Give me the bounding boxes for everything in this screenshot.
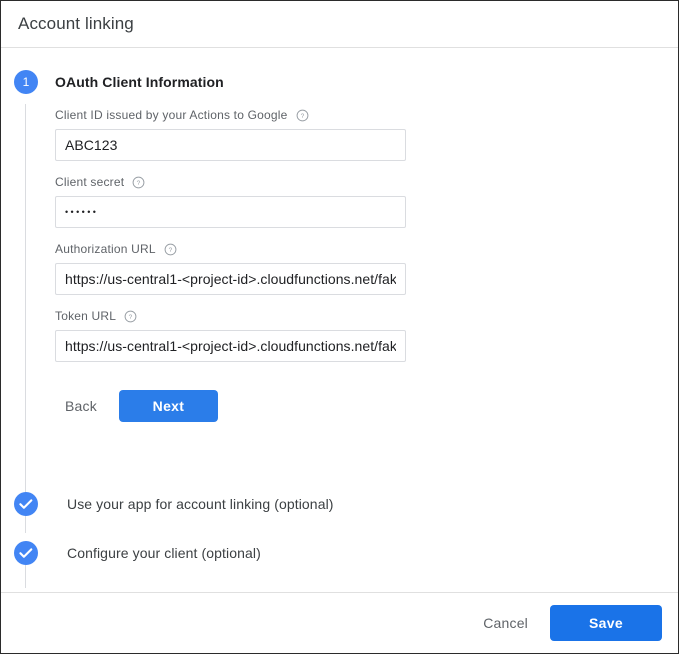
step-content: Client ID issued by your Actions to Goog… — [55, 94, 678, 422]
page-title: Account linking — [18, 14, 134, 33]
field-label-text: Authorization URL — [55, 242, 156, 256]
client-id-value: ABC123 — [65, 137, 118, 153]
step-title: OAuth Client Information — [55, 74, 224, 90]
field-label-text: Token URL — [55, 309, 117, 323]
field-label-text: Client ID issued by your Actions to Goog… — [55, 108, 288, 122]
client-secret-value: •••••• — [65, 207, 99, 217]
step-title: Use your app for account linking (option… — [67, 496, 334, 512]
stepper-step-use-your-app[interactable]: Use your app for account linking (option… — [14, 492, 614, 516]
cancel-button[interactable]: Cancel — [473, 607, 538, 639]
svg-text:?: ? — [137, 179, 141, 186]
field-label-token-url: Token URL ? — [55, 309, 678, 323]
client-secret-input[interactable]: •••••• — [55, 196, 406, 228]
help-circle-icon[interactable]: ? — [132, 176, 145, 189]
field-label-client-secret: Client secret ? — [55, 175, 678, 189]
step-actions: Back Next — [55, 376, 678, 422]
authorization-url-value: https://us-central1-<project-id>.cloudfu… — [65, 271, 396, 287]
step-title: Configure your client (optional) — [67, 545, 261, 561]
token-url-input[interactable]: https://us-central1-<project-id>.cloudfu… — [55, 330, 406, 362]
stepper-step-oauth-client-information: 1 OAuth Client Information Client ID iss… — [1, 70, 678, 422]
step-marker-1: 1 — [14, 70, 38, 94]
help-circle-icon[interactable]: ? — [296, 109, 309, 122]
check-circle-icon — [14, 492, 38, 516]
field-authorization-url: Authorization URL ? https://us-central1-… — [55, 242, 678, 295]
help-circle-icon[interactable]: ? — [124, 310, 137, 323]
svg-text:?: ? — [300, 112, 304, 119]
svg-text:?: ? — [168, 246, 172, 253]
help-circle-icon[interactable]: ? — [164, 243, 177, 256]
account-linking-dialog: Account linking 1 OAuth Client Informati… — [0, 0, 679, 654]
field-client-secret: Client secret ? •••••• — [55, 175, 678, 228]
field-client-id: Client ID issued by your Actions to Goog… — [55, 108, 678, 161]
field-label-client-id: Client ID issued by your Actions to Goog… — [55, 108, 678, 122]
next-button[interactable]: Next — [118, 390, 218, 422]
field-label-text: Client secret — [55, 175, 125, 189]
dialog-footer: Cancel Save — [1, 592, 678, 653]
stepper-rail-between — [25, 564, 26, 588]
token-url-value: https://us-central1-<project-id>.cloudfu… — [65, 338, 396, 354]
check-circle-icon — [14, 541, 38, 565]
stepper-step-configure-your-client[interactable]: Configure your client (optional) — [14, 541, 614, 565]
client-id-input[interactable]: ABC123 — [55, 129, 406, 161]
dialog-body: 1 OAuth Client Information Client ID iss… — [1, 48, 678, 592]
step-number-badge: 1 — [14, 70, 38, 94]
dialog-header: Account linking — [1, 1, 678, 48]
field-label-authorization-url: Authorization URL ? — [55, 242, 678, 256]
back-button[interactable]: Back — [55, 390, 107, 422]
save-button[interactable]: Save — [550, 605, 662, 641]
svg-text:?: ? — [129, 313, 133, 320]
field-token-url: Token URL ? https://us-central1-<project… — [55, 309, 678, 362]
authorization-url-input[interactable]: https://us-central1-<project-id>.cloudfu… — [55, 263, 406, 295]
